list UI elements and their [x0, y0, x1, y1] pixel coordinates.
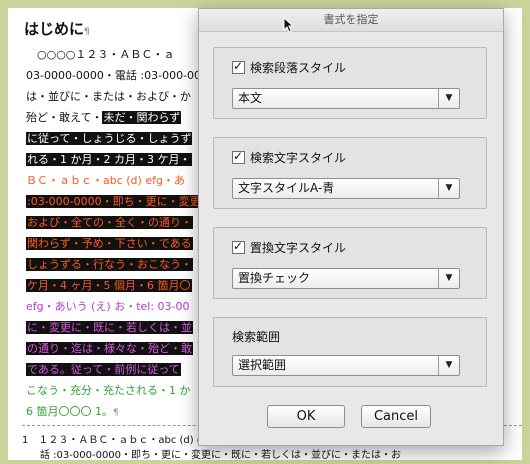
text-line: ケ月・4 ヶ月・5 個月・6 箇月〇: [26, 279, 192, 292]
text-line: efg・あいう (え) お・tel: 03-00: [26, 300, 190, 313]
chevron-down-icon[interactable]: ▼: [438, 179, 459, 198]
find-paragraph-style-select[interactable]: 本文 ▼: [232, 88, 460, 109]
search-scope-label: 検索範囲: [232, 330, 281, 344]
find-paragraph-style-label: 検索段落スタイル: [250, 61, 347, 75]
replace-character-style-label: 置換文字スタイル: [250, 241, 347, 255]
text-line: である。従って・前例に従って: [26, 363, 181, 376]
checkmark-icon: ✓: [233, 239, 244, 253]
select-value: 文字スタイルA-青: [238, 181, 335, 195]
find-format-dialog: 書式を指定 ✓ 検索段落スタイル 本文 ▼ ✓ 検索文字スタイル 文字スタイルA…: [198, 8, 504, 446]
text-line: 話 :03-000-0000・即ち・更に・変更に・既に・若しくは・並びに・または…: [40, 450, 402, 460]
find-character-style-checkbox-row[interactable]: ✓ 検索文字スタイル: [232, 149, 346, 166]
find-paragraph-style-group: ✓ 検索段落スタイル 本文 ▼: [213, 47, 487, 119]
text-line: しょうずる・行なう・おこなう・: [26, 258, 193, 271]
text-line: こなう・充分・充たされる・1 か: [26, 384, 191, 397]
text-line: ＢＣ・ａｂｃ・abc (d) efg・あ: [26, 174, 185, 187]
select-value: 本文: [238, 91, 263, 105]
text-line: 03-0000-0000・電話 :03-000-000: [26, 69, 209, 82]
document-heading: はじめに¶: [24, 20, 90, 38]
find-paragraph-style-checkbox-row[interactable]: ✓ 検索段落スタイル: [232, 59, 346, 76]
chevron-down-icon[interactable]: ▼: [438, 89, 459, 108]
text-line: および・全ての・全く・の通り・: [26, 216, 193, 229]
text-line: 6 箇月〇〇〇 1。¶: [26, 405, 119, 418]
search-scope-select[interactable]: 選択範囲 ▼: [232, 355, 460, 376]
select-value: 置換チェック: [238, 271, 311, 285]
text-line: に・変更に・既に・若しくは・並: [26, 321, 193, 334]
replace-character-style-select[interactable]: 置換チェック ▼: [232, 268, 460, 289]
ok-button[interactable]: OK: [267, 405, 345, 428]
find-character-style-checkbox[interactable]: ✓: [232, 149, 245, 164]
find-character-style-group: ✓ 検索文字スタイル 文字スタイルA-青 ▼: [213, 137, 487, 209]
chevron-down-icon[interactable]: ▼: [438, 356, 459, 375]
find-character-style-select[interactable]: 文字スタイルA-青 ▼: [232, 178, 460, 199]
search-scope-group: 検索範囲 選択範囲 ▼: [213, 317, 487, 387]
checkmark-icon: ✓: [233, 59, 244, 73]
select-value: 選択範囲: [238, 358, 287, 372]
text-line: の通り・迄は・様々な・殆ど・敢: [26, 342, 193, 355]
dialog-title[interactable]: 書式を指定: [199, 9, 503, 32]
checkmark-icon: ✓: [233, 149, 244, 163]
text-line: れる・1 か月・2 カ月・3 ケ月・: [26, 153, 192, 166]
text-line: 関わらず・予め・下さい・である: [26, 237, 193, 250]
cancel-button[interactable]: Cancel: [361, 405, 431, 428]
replace-character-style-checkbox-row[interactable]: ✓ 置換文字スタイル: [232, 239, 346, 256]
text-line: 殆ど・敢えて・未だ・関わらず: [26, 111, 182, 124]
find-character-style-label: 検索文字スタイル: [250, 151, 347, 165]
text-line: に従って・しょうじる・しょうず: [26, 132, 193, 145]
chevron-down-icon[interactable]: ▼: [438, 269, 459, 288]
text-line: は・並びに・または・および・か: [26, 90, 191, 103]
replace-character-style-checkbox[interactable]: ✓: [232, 239, 245, 254]
text-line: :03-000-0000・即ち・更に・変更: [26, 195, 202, 208]
find-paragraph-style-checkbox[interactable]: ✓: [232, 59, 245, 74]
search-highlight: 未だ・関わらず: [102, 111, 182, 124]
mouse-pointer-icon: [283, 17, 293, 33]
text-line: ○○○○１２３・ＡＢＣ・ａ: [26, 48, 175, 61]
replace-character-style-group: ✓ 置換文字スタイル 置換チェック ▼: [213, 227, 487, 299]
